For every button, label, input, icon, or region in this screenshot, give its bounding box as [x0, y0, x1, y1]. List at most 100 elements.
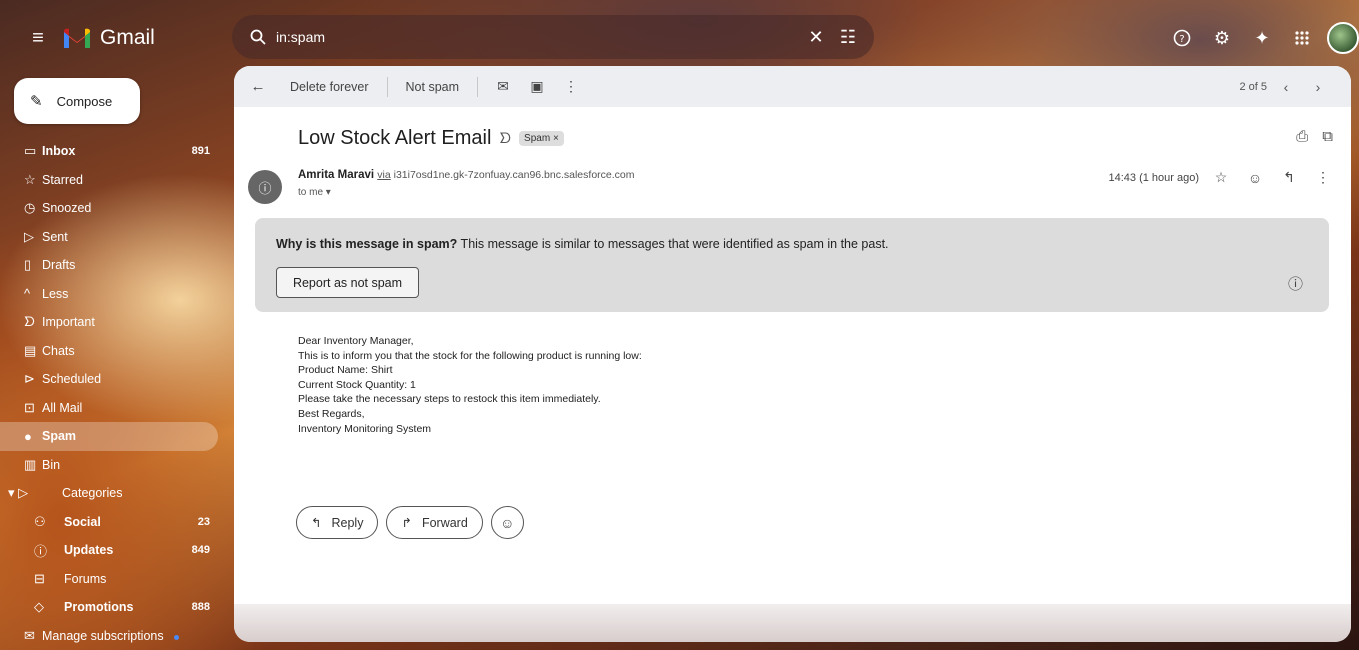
reply-icon[interactable]: ↰: [1277, 169, 1301, 186]
sender-name[interactable]: Amrita Maravi: [298, 169, 374, 181]
sidebar-item-less[interactable]: ^ Less: [0, 280, 228, 309]
all-mail-icon: ⊡: [24, 399, 35, 415]
arrow-left-icon: ←: [250, 78, 266, 95]
more-vert-icon[interactable]: ⋮: [1311, 169, 1335, 186]
sidebar-item-forums[interactable]: ⊟ Forums: [0, 565, 228, 594]
star-icon: ☆: [24, 171, 36, 187]
main-menu-button[interactable]: ≡: [22, 24, 54, 52]
spam-warning-banner: Why is this message in spam? This messag…: [255, 218, 1329, 312]
hamburger-icon: ≡: [32, 26, 44, 49]
star-icon[interactable]: ☆: [1209, 169, 1233, 186]
info-icon: ⓘ: [34, 543, 48, 559]
sidebar-item-important[interactable]: ᗤ Important: [0, 308, 228, 337]
next-icon[interactable]: ›: [1305, 79, 1331, 95]
mark-unread-icon[interactable]: ✉: [486, 72, 520, 102]
sidebar-item-spam[interactable]: ● Spam: [0, 422, 218, 451]
previous-icon[interactable]: ‹: [1273, 79, 1299, 95]
message-toolbar: ← Delete forever Not spam ✉ ▣ ⋮ 2 of 5 ‹…: [234, 66, 1351, 107]
body-line: Dear Inventory Manager,: [298, 335, 414, 347]
send-icon: ▷: [24, 228, 34, 244]
settings-icon[interactable]: ⚙: [1203, 19, 1241, 57]
sidebar-item-snoozed[interactable]: ◷ Snoozed: [0, 194, 228, 223]
via-link[interactable]: via: [377, 169, 390, 181]
body-line: Current Stock Quantity: 1: [298, 378, 416, 391]
smiley-icon: ☺: [500, 514, 515, 531]
body-line: Best Regards,: [298, 407, 365, 420]
back-button[interactable]: ←: [244, 72, 272, 102]
bin-icon: ▥: [24, 456, 37, 472]
compose-label: Compose: [56, 93, 113, 109]
spam-icon: ●: [24, 428, 32, 444]
toolbar-divider: [477, 76, 479, 97]
message-meta: 14:43 (1 hour ago) ☆ ☺ ↰ ⋮: [1108, 169, 1335, 186]
sidebar-item-bin[interactable]: ▥ Bin: [0, 451, 228, 480]
account-avatar[interactable]: [1327, 22, 1359, 54]
sender-avatar[interactable]: ⓘ: [248, 170, 282, 204]
sidebar-item-drafts[interactable]: ▯ Drafts: [0, 251, 228, 280]
print-icon[interactable]: ⎙: [1296, 128, 1308, 145]
search-input[interactable]: [276, 29, 800, 45]
warning-icon: ⓘ: [258, 180, 272, 196]
nav-list: ▭ Inbox 891 ☆ Starred ◷ Snoozed ▷ Sent ▯ Draft…: [0, 137, 228, 650]
forward-button[interactable]: ↱ Forward: [386, 506, 483, 539]
body-line: Inventory Monitoring System: [298, 422, 432, 435]
spam-reason: Why is this message in spam? This messag…: [276, 237, 889, 251]
sidebar-item-starred[interactable]: ☆ Starred: [0, 166, 228, 195]
label-icon: ▾ ▷: [8, 485, 29, 501]
emoji-reaction-icon[interactable]: ☺: [1243, 170, 1267, 186]
info-icon[interactable]: ⓘ: [1288, 273, 1303, 294]
body-line: Product Name: Shirt: [298, 364, 393, 377]
chat-icon: ▤: [24, 342, 37, 358]
search-options-icon[interactable]: ☷: [832, 21, 864, 53]
reply-button[interactable]: ↰ Reply: [296, 506, 379, 539]
scheduled-icon: ⊳: [24, 371, 35, 387]
top-bar: ≡ Gmail ✕ ☷ ? ⚙ ✦: [0, 0, 1359, 76]
app-name: Gmail: [100, 26, 155, 49]
sidebar-item-updates[interactable]: ⓘ Updates 849: [0, 536, 228, 565]
gemini-icon[interactable]: ✦: [1243, 19, 1281, 57]
sidebar-item-social[interactable]: ⚇ Social 23: [0, 508, 228, 537]
important-marker-icon[interactable]: ᗤ: [499, 130, 511, 147]
pagination-text: 2 of 5: [1239, 80, 1267, 93]
help-icon[interactable]: ?: [1163, 19, 1201, 57]
forward-icon: ↱: [401, 516, 412, 530]
message-time: 14:43 (1 hour ago): [1108, 171, 1199, 184]
report-not-spam-button[interactable]: Report as not spam: [276, 267, 419, 298]
sidebar-item-sent[interactable]: ▷ Sent: [0, 223, 228, 252]
sidebar-item-categories[interactable]: ▾ ▷ Categories: [0, 479, 228, 508]
sidebar-item-inbox[interactable]: ▭ Inbox 891: [0, 137, 228, 166]
inbox-icon: ▭: [24, 143, 37, 159]
subscriptions-icon: ✉: [24, 627, 35, 643]
not-spam-button[interactable]: Not spam: [388, 72, 478, 102]
message-pane: ← Delete forever Not spam ✉ ▣ ⋮ 2 of 5 ‹…: [234, 66, 1351, 642]
open-new-window-icon[interactable]: ⧉: [1322, 128, 1333, 145]
sidebar-item-all-mail[interactable]: ⊡ All Mail: [0, 394, 228, 423]
delete-forever-button[interactable]: Delete forever: [272, 72, 387, 102]
sidebar-item-scheduled[interactable]: ⊳ Scheduled: [0, 365, 228, 394]
draft-icon: ▯: [24, 257, 32, 273]
important-icon: ᗤ: [24, 314, 35, 330]
sidebar-item-manage-subscriptions[interactable]: ✉ Manage subscriptions: [0, 622, 228, 650]
sidebar-item-chats[interactable]: ▤ Chats: [0, 337, 228, 366]
recipient-toggle[interactable]: to me ▾: [298, 187, 635, 198]
emoji-react-button[interactable]: ☺: [490, 506, 524, 539]
tag-icon: ◇: [34, 599, 44, 615]
move-to-icon[interactable]: ▣: [520, 72, 554, 102]
apps-grid-icon[interactable]: [1283, 19, 1321, 57]
spam-label-chip[interactable]: Spam ×: [519, 131, 564, 146]
pagination: 2 of 5 ‹ ›: [1239, 79, 1351, 95]
svg-text:?: ?: [1179, 34, 1184, 45]
people-icon: ⚇: [34, 513, 46, 529]
subject-actions: ⎙ ⧉: [1296, 128, 1333, 145]
clear-search-icon[interactable]: ✕: [800, 21, 832, 53]
more-options-icon[interactable]: ⋮: [554, 72, 588, 102]
gmail-m-icon: [64, 28, 90, 48]
compose-button[interactable]: ✎ Compose: [14, 78, 140, 124]
search-bar: ✕ ☷: [232, 15, 874, 59]
search-icon[interactable]: [240, 29, 276, 45]
sidebar-item-promotions[interactable]: ◇ Promotions 888: [0, 593, 228, 622]
gmail-logo[interactable]: Gmail: [62, 22, 155, 54]
body-line: Please take the necessary steps to resto…: [298, 393, 601, 406]
pane-footer: [234, 604, 1351, 642]
via-domain: i31i7osd1ne.gk-7zonfuay.can96.bnc.salesf…: [393, 169, 635, 181]
